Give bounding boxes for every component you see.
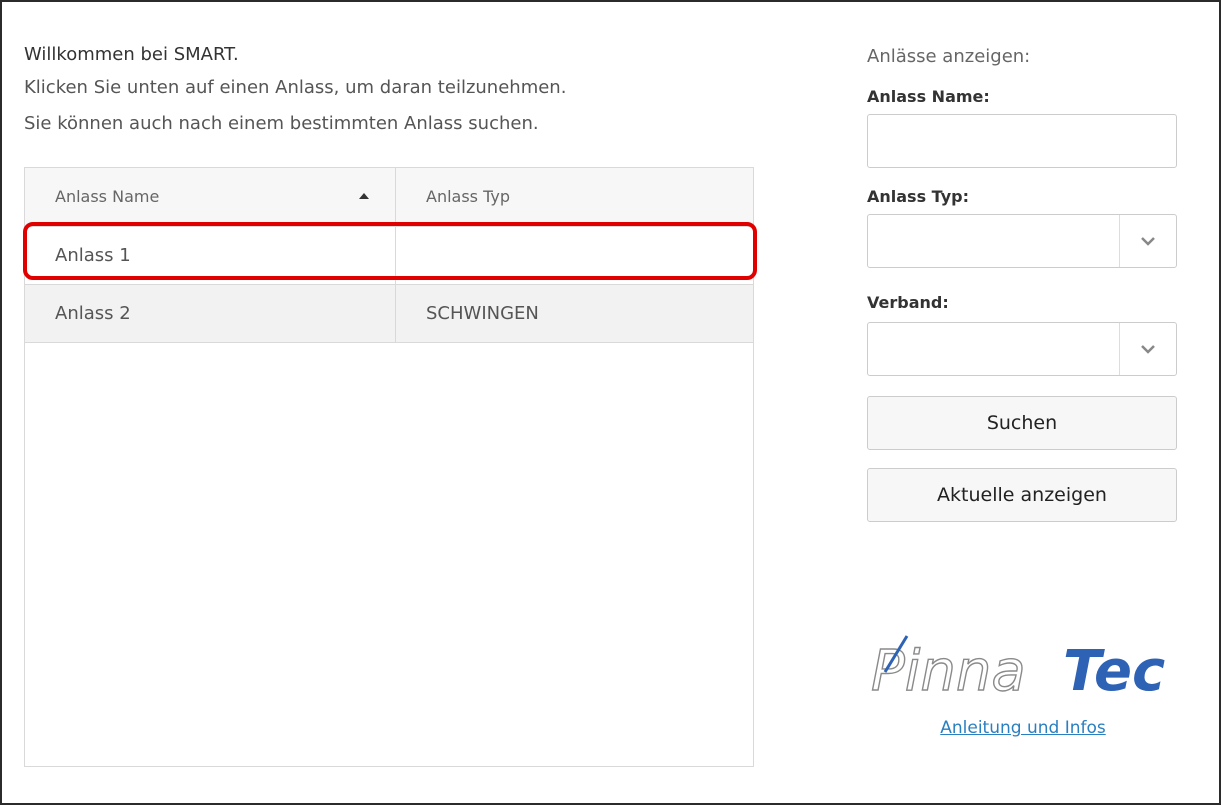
- intro-section: Willkommen bei SMART. Klicken Sie unten …: [24, 40, 756, 142]
- anlass-name-input[interactable]: [867, 114, 1177, 168]
- header-anlass-typ-label: Anlass Typ: [426, 187, 510, 206]
- instructions-link[interactable]: Anleitung und Infos: [867, 718, 1179, 738]
- logo-text-pinna: Pinna: [871, 639, 1026, 702]
- verband-label: Verband:: [867, 293, 949, 312]
- logo-text-tec: Tec: [1063, 639, 1165, 702]
- header-anlass-typ[interactable]: Anlass Typ: [396, 168, 753, 226]
- header-anlass-name-label: Anlass Name: [55, 187, 160, 206]
- intro-line-2: Sie können auch nach einem bestimmten An…: [24, 113, 539, 134]
- filter-panel: Anlässe anzeigen: Anlass Name: Anlass Ty…: [867, 40, 1179, 522]
- cell-anlass-name: Anlass 1: [25, 227, 396, 284]
- select-divider: [1119, 323, 1120, 375]
- anlass-name-label: Anlass Name:: [867, 87, 990, 106]
- header-anlass-name[interactable]: Anlass Name: [25, 168, 396, 226]
- anlass-typ-select[interactable]: [867, 214, 1177, 268]
- select-divider: [1119, 215, 1120, 267]
- pinnatec-logo: Pinna Tec: [870, 635, 1165, 702]
- verband-select[interactable]: [867, 322, 1177, 376]
- show-current-button[interactable]: Aktuelle anzeigen: [867, 468, 1177, 522]
- intro-line-1: Klicken Sie unten auf einen Anlass, um d…: [24, 77, 567, 98]
- welcome-heading: Willkommen bei SMART.: [24, 44, 239, 65]
- sort-ascending-icon: [359, 193, 369, 199]
- anlass-typ-label: Anlass Typ:: [867, 187, 969, 206]
- table-row[interactable]: Anlass 1: [25, 227, 753, 285]
- chevron-down-icon: [1141, 345, 1155, 354]
- events-table: Anlass Name Anlass Typ Anlass 1 Anlass 2…: [24, 167, 754, 767]
- cell-anlass-name: Anlass 2: [25, 285, 396, 342]
- cell-anlass-typ: SCHWINGEN: [426, 303, 539, 324]
- table-row[interactable]: Anlass 2 SCHWINGEN: [25, 285, 753, 343]
- chevron-down-icon: [1141, 237, 1155, 246]
- search-button[interactable]: Suchen: [867, 396, 1177, 450]
- filter-title: Anlässe anzeigen:: [867, 46, 1031, 67]
- table-header: Anlass Name Anlass Typ: [25, 168, 753, 227]
- cell-anlass-typ: [396, 227, 753, 284]
